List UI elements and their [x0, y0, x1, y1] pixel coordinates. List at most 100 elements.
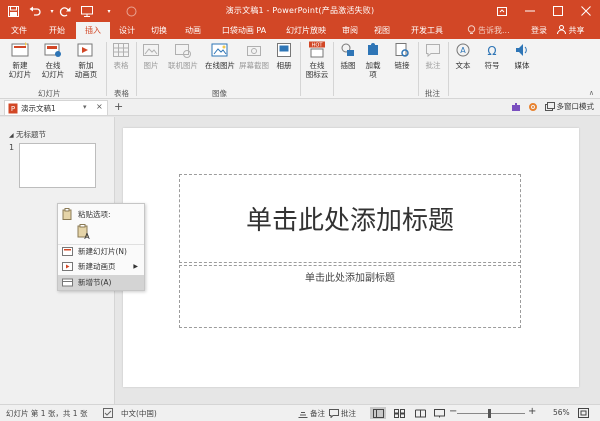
section-header[interactable]: ◢ 无标题节: [9, 129, 46, 140]
gear-icon[interactable]: [528, 102, 538, 112]
notes-label: 备注: [310, 409, 325, 418]
illustrations-button[interactable]: 插图: [337, 41, 359, 70]
document-tab-bar: P 演示文稿1 ▾ × + 多窗口模式: [0, 99, 600, 116]
pictures-label: 图片: [143, 61, 159, 70]
svg-text:A: A: [84, 232, 90, 240]
tab-developer[interactable]: 开发工具: [404, 22, 450, 39]
tab-insert[interactable]: 插入: [76, 22, 110, 39]
clipboard-icon: [62, 208, 72, 220]
subtitle-placeholder[interactable]: 单击此处添加副标题: [179, 265, 521, 328]
tell-me-search[interactable]: 告诉我...: [467, 22, 510, 39]
tab-home[interactable]: 开始: [40, 22, 74, 39]
table-button[interactable]: 表格: [110, 41, 132, 70]
spell-check-icon[interactable]: [103, 408, 113, 420]
paste-options-header: 粘贴选项:: [58, 206, 144, 221]
tab-file[interactable]: 文件: [2, 22, 36, 39]
online-pictures-2-button[interactable]: 在线图片: [203, 41, 237, 70]
media-button[interactable]: 媒体: [510, 41, 534, 70]
share-button[interactable]: 共享: [557, 22, 585, 39]
screenshot-button[interactable]: 屏幕截图: [238, 41, 270, 70]
slide-sorter-view-button[interactable]: [391, 407, 407, 419]
group-label-tables: 表格: [114, 89, 129, 98]
ribbon-options-icon: [497, 6, 507, 16]
group-label-images: 图像: [212, 89, 227, 98]
addins-button[interactable]: 加载 项: [362, 41, 384, 79]
links-label: 链接: [394, 61, 410, 70]
text-button[interactable]: A 文本: [451, 41, 475, 70]
new-slide-button[interactable]: 新建 幻灯片: [4, 41, 36, 79]
group-separator: [106, 42, 107, 96]
comments-button[interactable]: 批注: [329, 408, 356, 419]
new-slide-label: 新建 幻灯片: [8, 61, 32, 79]
tab-view[interactable]: 视图: [368, 22, 396, 39]
group-label-comments: 批注: [425, 89, 440, 98]
zoom-out-button[interactable]: −: [449, 406, 457, 417]
puzzle-icon[interactable]: [511, 102, 521, 112]
tab-close-icon[interactable]: ×: [96, 102, 103, 111]
tab-slideshow[interactable]: 幻灯片放映: [278, 22, 334, 39]
pictures-button[interactable]: 图片: [140, 41, 162, 70]
group-separator: [448, 42, 449, 96]
close-button[interactable]: [572, 0, 600, 22]
group-separator: [333, 42, 334, 96]
tab-transitions[interactable]: 切换: [144, 22, 174, 39]
tab-menu-icon[interactable]: ▾: [83, 103, 87, 111]
lightbulb-icon: [467, 25, 476, 34]
zoom-slider-thumb[interactable]: [488, 409, 491, 418]
new-animation-page-button[interactable]: 新加 动画页: [70, 41, 102, 79]
menu-item-new-slide[interactable]: 新建幻灯片(N): [58, 244, 144, 259]
illustrations-label: 插图: [340, 61, 356, 70]
tab-pocket-animation[interactable]: 口袋动画 PA: [214, 22, 274, 39]
slideshow-view-button[interactable]: [431, 407, 447, 419]
ribbon-display-options-button[interactable]: [488, 0, 516, 22]
online-pictures-2-label: 在线图片: [205, 61, 235, 70]
section-collapse-icon[interactable]: ◢: [9, 132, 14, 139]
maximize-button[interactable]: [544, 0, 572, 22]
zoom-slider-track[interactable]: [457, 413, 525, 414]
comments-label: 批注: [341, 409, 356, 418]
person-icon: [557, 25, 566, 35]
online-pictures-button[interactable]: 联机图片: [165, 41, 201, 70]
reading-view-button[interactable]: [412, 407, 428, 419]
language-status[interactable]: 中文(中国): [121, 408, 157, 419]
notes-button[interactable]: 备注: [298, 408, 325, 419]
photo-album-button[interactable]: 相册: [272, 41, 296, 70]
zoom-in-button[interactable]: +: [528, 406, 536, 417]
paste-keep-text-only-button[interactable]: A: [77, 224, 91, 241]
sign-in-link[interactable]: 登录: [531, 22, 547, 39]
tell-me-text: 告诉我...: [478, 26, 510, 35]
subtitle-placeholder-text: 单击此处添加副标题: [305, 273, 395, 284]
paste-options-row: A: [58, 221, 144, 245]
slideshow-icon: [433, 408, 445, 417]
menu-item-new-animation-page[interactable]: 新建动画页 ▶: [58, 259, 144, 274]
tab-review[interactable]: 审阅: [336, 22, 364, 39]
addins-label: 加载 项: [365, 61, 381, 79]
normal-view-button[interactable]: [370, 407, 386, 419]
tab-animations[interactable]: 动画: [176, 22, 210, 39]
grid-view-icon: [393, 408, 405, 418]
links-button[interactable]: 链接: [390, 41, 414, 70]
new-tab-button[interactable]: +: [114, 100, 123, 114]
zoom-level[interactable]: 56%: [553, 408, 570, 417]
symbols-button[interactable]: Ω 符号: [480, 41, 504, 70]
multi-window-mode-button[interactable]: 多窗口模式: [557, 101, 595, 112]
comment-button[interactable]: 批注: [421, 41, 445, 70]
tab-design[interactable]: 设计: [112, 22, 142, 39]
table-label: 表格: [113, 61, 129, 70]
slide-thumbnail[interactable]: [19, 143, 96, 188]
group-separator: [136, 42, 137, 96]
book-icon: [414, 409, 426, 417]
fit-to-window-button[interactable]: [578, 408, 589, 420]
minimize-icon: [525, 10, 535, 12]
online-icons-button[interactable]: HOT 在线 图标云: [303, 41, 331, 79]
document-tab[interactable]: P 演示文稿1 ▾ ×: [4, 100, 108, 115]
title-placeholder[interactable]: 单击此处添加标题: [179, 174, 521, 263]
submenu-arrow-icon: ▶: [133, 263, 138, 270]
group-separator: [418, 42, 419, 96]
minimize-button[interactable]: [516, 0, 544, 22]
omega-icon: Ω: [487, 44, 496, 58]
online-slide-button[interactable]: 在线 幻灯片: [38, 41, 68, 79]
collapse-ribbon-button[interactable]: ∧: [589, 89, 594, 97]
hot-cloud-icon: HOT: [309, 41, 325, 58]
menu-item-add-section[interactable]: 新增节(A): [58, 275, 144, 290]
